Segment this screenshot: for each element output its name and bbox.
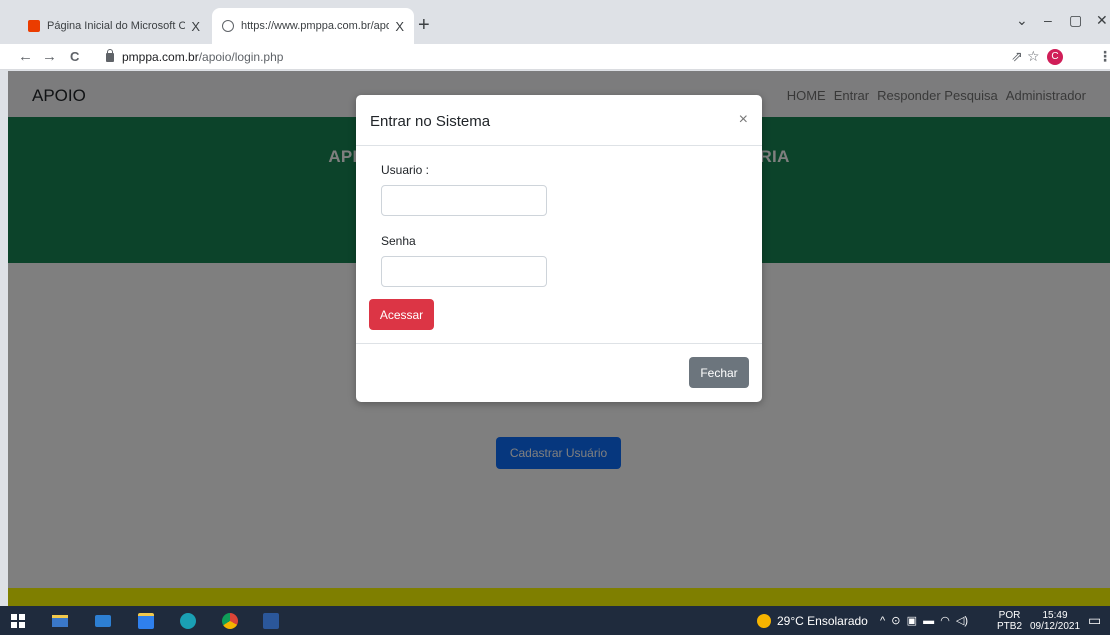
taskbar-clock[interactable]: 15:49 09/12/2021	[1030, 606, 1080, 635]
fechar-button[interactable]: Fechar	[689, 357, 749, 388]
clock-date: 09/12/2021	[1029, 620, 1081, 632]
word-icon[interactable]	[263, 613, 279, 629]
tab-title: https://www.pmppa.com.br/apoi	[241, 20, 390, 32]
tab-title: Página Inicial do Microsoft Office	[47, 20, 186, 32]
language-indicator[interactable]: POR PTB2	[997, 606, 1022, 635]
lock-icon	[106, 48, 114, 62]
address-path: /apoio/login.php	[198, 50, 284, 64]
new-tab-button[interactable]: +	[418, 15, 430, 35]
tab-close-icon[interactable]: X	[191, 19, 200, 34]
senha-label: Senha	[381, 234, 416, 248]
back-button[interactable]: ←	[18, 48, 33, 66]
browser-toolbar: ← → C pmppa.com.br /apoio/login.php ⇗ ☆ …	[0, 44, 1110, 70]
acessar-button[interactable]: Acessar	[369, 299, 434, 330]
chrome-icon[interactable]	[222, 613, 238, 629]
menu-icon[interactable]: ⋮	[1098, 48, 1110, 65]
address-host: pmppa.com.br	[122, 50, 199, 64]
maximize-button[interactable]: ▢	[1069, 12, 1082, 29]
system-tray-icons[interactable]: ^ ⊙ ▣ ▬ ◠ ◁)	[880, 606, 968, 635]
tab-microsoft-office[interactable]: Página Inicial do Microsoft Office X	[18, 8, 210, 44]
modal-title: Entrar no Sistema	[370, 113, 491, 130]
modal-header: Entrar no Sistema ×	[356, 95, 762, 146]
usuario-input[interactable]	[381, 185, 547, 216]
language-bottom: PTB2	[997, 620, 1023, 632]
address-bar[interactable]: pmppa.com.br /apoio/login.php	[106, 47, 283, 67]
notifications-icon[interactable]: ▭	[1088, 606, 1101, 635]
store-icon[interactable]	[138, 613, 154, 629]
minimize-button[interactable]: –	[1044, 12, 1052, 28]
senha-input[interactable]	[381, 256, 547, 287]
forward-button[interactable]: →	[42, 48, 57, 66]
tab-close-icon[interactable]: X	[395, 19, 404, 34]
login-modal: Entrar no Sistema × Usuario : Senha Aces…	[356, 95, 762, 402]
weather-text: 29°C Ensolarado	[777, 613, 868, 628]
close-icon[interactable]: ×	[739, 111, 748, 129]
file-explorer-icon[interactable]	[52, 615, 68, 627]
weather-widget[interactable]: 29°C Ensolarado	[757, 606, 868, 635]
reload-button[interactable]: C	[70, 48, 79, 66]
globe-icon	[222, 20, 234, 32]
tab-search-icon[interactable]: ⌄	[1016, 12, 1028, 29]
usuario-label: Usuario :	[381, 163, 430, 177]
tab-pmppa[interactable]: https://www.pmppa.com.br/apoi X	[212, 8, 414, 44]
office-icon	[28, 20, 40, 32]
mail-icon[interactable]	[95, 615, 111, 627]
close-window-button[interactable]: ✕	[1096, 12, 1108, 29]
modal-footer-divider	[356, 343, 762, 344]
windows-taskbar: 29°C Ensolarado ^ ⊙ ▣ ▬ ◠ ◁) POR PTB2 15…	[0, 606, 1110, 635]
sun-icon	[757, 613, 771, 628]
profile-avatar[interactable]: C	[1047, 49, 1063, 65]
browser-tab-strip: Página Inicial do Microsoft Office X htt…	[0, 0, 1110, 44]
star-icon[interactable]: ☆	[1027, 48, 1040, 65]
edge-icon[interactable]	[180, 613, 196, 629]
windows-start-icon[interactable]	[11, 614, 25, 628]
clock-time: 15:49	[1042, 609, 1068, 621]
language-top: POR	[998, 609, 1021, 621]
share-icon[interactable]: ⇗	[1011, 48, 1023, 65]
